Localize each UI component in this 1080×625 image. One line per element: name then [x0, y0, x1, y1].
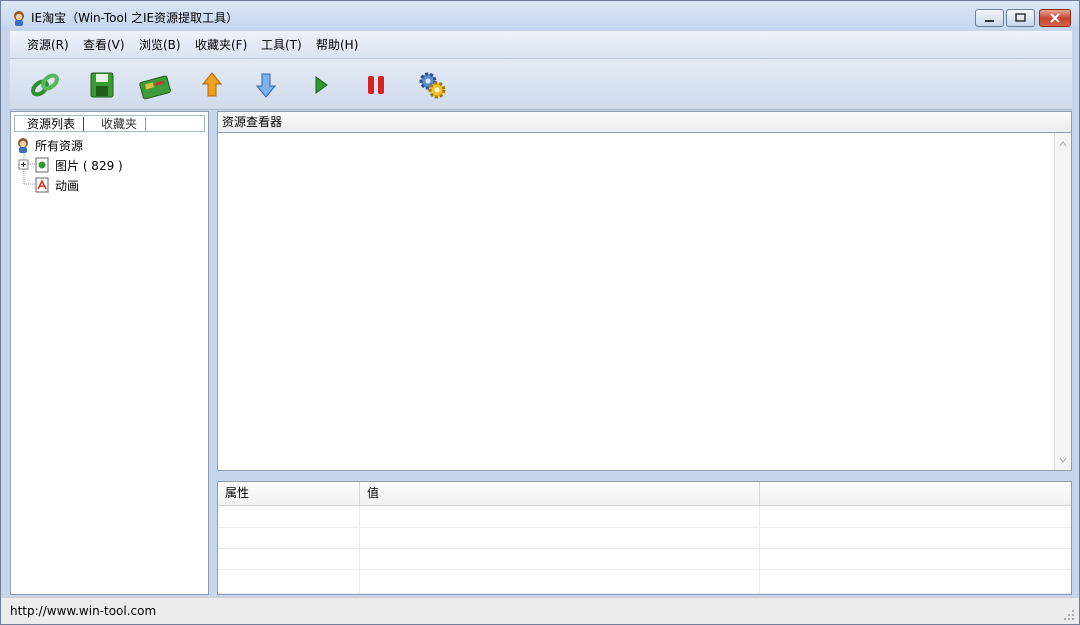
- save-icon: [90, 72, 114, 98]
- play-button[interactable]: [304, 68, 338, 102]
- table-row[interactable]: [218, 569, 1071, 594]
- minimize-button[interactable]: [975, 9, 1004, 27]
- up-arrow-icon: [201, 72, 223, 97]
- tab-favorites[interactable]: 收藏夹: [93, 117, 147, 131]
- table-row[interactable]: [218, 548, 1071, 570]
- properties-table: 属性 值: [217, 481, 1072, 595]
- col-header-property[interactable]: 属性: [218, 482, 360, 505]
- tree-label-all: 所有资源: [35, 138, 84, 153]
- resource-panel: 资源列表 收藏夹 所有资源 图片 (829) 动画: [10, 111, 209, 595]
- table-cell: [218, 506, 360, 527]
- card-button[interactable]: [138, 68, 172, 102]
- link-icon: [31, 73, 59, 97]
- table-cell: [360, 506, 760, 527]
- title-bar[interactable]: IE淘宝（Win-Tool 之IE资源提取工具）: [1, 1, 1079, 31]
- menu-resource[interactable]: 资源(R): [27, 37, 69, 53]
- menu-bar: 资源(R) 查看(V) 浏览(B) 收藏夹(F) 工具(T) 帮助(H): [10, 31, 1072, 59]
- close-button[interactable]: [1039, 9, 1071, 27]
- col-header-value[interactable]: 值: [360, 482, 760, 505]
- table-row[interactable]: [218, 527, 1071, 549]
- tree-node-all[interactable]: 所有资源: [14, 136, 83, 154]
- resize-grip-icon[interactable]: [1063, 609, 1075, 621]
- save-button[interactable]: [85, 68, 119, 102]
- table-cell: [360, 527, 760, 548]
- minimize-icon: [985, 20, 994, 22]
- status-bar: http://www.win-tool.com: [1, 597, 1079, 624]
- user-icon: [18, 138, 28, 153]
- tree-label-animation: 动画: [55, 178, 80, 193]
- resource-viewer[interactable]: [217, 133, 1072, 471]
- resource-tree: 所有资源 图片 ( 829 ) 动画: [11, 134, 208, 592]
- scroll-arrows: [1059, 141, 1067, 463]
- viewer-scrollbar[interactable]: [1054, 133, 1071, 470]
- properties-header: 属性 值: [218, 482, 1071, 506]
- link-button[interactable]: [28, 68, 62, 102]
- animation-file-icon: [35, 177, 49, 193]
- move-down-button[interactable]: [249, 68, 283, 102]
- status-url[interactable]: http://www.win-tool.com: [10, 603, 156, 619]
- menu-browse[interactable]: 浏览(B): [139, 37, 181, 53]
- close-icon: [1050, 13, 1060, 23]
- move-up-button[interactable]: [195, 68, 229, 102]
- menu-view[interactable]: 查看(V): [83, 37, 125, 53]
- table-row[interactable]: [218, 506, 1071, 528]
- tree-label-images: 图片 ( 829 ): [55, 158, 123, 173]
- app-icon: [14, 11, 24, 26]
- menu-favorites[interactable]: 收藏夹(F): [195, 37, 247, 53]
- maximize-icon: [1015, 13, 1026, 22]
- settings-button[interactable]: [415, 68, 449, 102]
- viewer-header: 资源查看器: [217, 111, 1072, 133]
- settings-icon: [419, 72, 446, 99]
- window-title: IE淘宝（Win-Tool 之IE资源提取工具）: [31, 11, 239, 25]
- image-file-icon: [35, 157, 49, 173]
- tab-resource-list[interactable]: 资源列表: [19, 117, 85, 131]
- play-icon: [315, 76, 328, 94]
- left-tabs: 资源列表 收藏夹: [14, 115, 205, 132]
- table-cell: [218, 527, 360, 548]
- table-cell: [218, 569, 360, 593]
- table-cell: [360, 569, 760, 593]
- table-cell: [218, 548, 360, 569]
- viewer-title: 资源查看器: [222, 115, 283, 129]
- card-icon: [139, 75, 171, 100]
- tree-node-animation[interactable]: 动画: [35, 176, 79, 194]
- table-cell: [360, 548, 760, 569]
- menu-help[interactable]: 帮助(H): [316, 37, 358, 53]
- menu-tools[interactable]: 工具(T): [261, 37, 302, 53]
- toolbar: [10, 59, 1072, 110]
- app-window: IE淘宝（Win-Tool 之IE资源提取工具） 资源(R) 查看(V) 浏览(…: [0, 0, 1080, 625]
- col-header-extra[interactable]: [760, 482, 1071, 505]
- tree-node-images[interactable]: 图片 ( 829 ): [35, 156, 123, 174]
- pause-button[interactable]: [359, 68, 393, 102]
- maximize-button[interactable]: [1006, 9, 1035, 27]
- down-arrow-icon: [255, 73, 277, 98]
- pause-icon: [368, 76, 384, 94]
